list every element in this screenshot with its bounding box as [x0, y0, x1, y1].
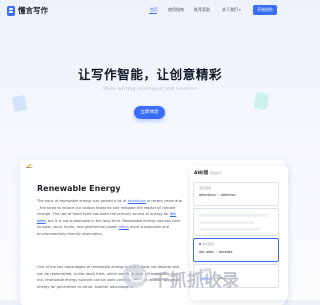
watermark-logo	[123, 264, 147, 288]
nav-rewards[interactable]: 推荐奖励	[194, 7, 210, 13]
nav-guide[interactable]: 使用指南	[168, 7, 184, 13]
document-paragraph-1[interactable]: The topic of renewable energy has gained…	[37, 198, 183, 238]
placeholder-line	[199, 214, 269, 217]
document-title: Renewable Energy	[37, 184, 121, 193]
suggestion-label: 语法错误	[199, 186, 212, 190]
suggestion-card[interactable]	[193, 208, 279, 236]
placeholder-line	[199, 228, 261, 231]
logo[interactable]: 懂言写作	[7, 5, 48, 16]
hero-title: 让写作智能，让创意精彩	[77, 67, 223, 82]
flagged-word[interactable]: attentions	[128, 199, 146, 203]
suggestion-label: 拼写错误	[199, 242, 214, 246]
panel-tag: 修改建议	[210, 171, 223, 175]
status-dot	[199, 243, 201, 245]
nav-active-underline	[149, 13, 157, 14]
hero-subtitle: Make writing intelligent and creative	[103, 87, 197, 92]
paragraph-text: The topic of renewable energy has gained…	[37, 199, 128, 203]
suggestion-to: attention	[220, 193, 236, 197]
suggestion-from: dec ades	[199, 250, 214, 254]
suggestion-words: attentions → attention	[199, 193, 236, 197]
try-now-button[interactable]: 立即体验	[134, 106, 165, 119]
arrow-right-icon: →	[216, 193, 220, 197]
start-writing-button[interactable]: 开始创作	[253, 5, 277, 15]
suggestion-to: decades	[218, 250, 233, 254]
floating-document-icon	[11, 94, 28, 113]
logo-text: 懂言写作	[18, 6, 48, 15]
suggestion-card-active[interactable]: 拼写错误 dec ades → decades	[193, 238, 279, 262]
suggestion-card[interactable]: 语法错误 attentions → attention	[193, 182, 279, 206]
floating-document-icon	[253, 91, 270, 111]
chevron-down-icon: ▾	[239, 8, 241, 12]
arrow-right-icon: →	[214, 250, 218, 254]
suggestion-words: dec ades → decades	[199, 250, 233, 254]
watermark-text: 千抓抓收录	[152, 271, 240, 291]
logo-icon	[7, 5, 15, 16]
nav-about-label: 关于我们	[222, 7, 238, 12]
top-header: 懂言写作 首页 使用指南 推荐奖励 关于我们▾ 开始创作	[0, 0, 300, 24]
flagged-word[interactable]: offers	[119, 225, 129, 229]
panel-title: AI纠错	[194, 171, 209, 176]
nav-about[interactable]: 关于我们▾	[222, 7, 241, 13]
placeholder-line	[199, 221, 254, 224]
pen-icon	[26, 163, 33, 168]
suggestion-from: attentions	[199, 193, 216, 197]
suggestion-label-text: 拼写错误	[202, 242, 215, 246]
